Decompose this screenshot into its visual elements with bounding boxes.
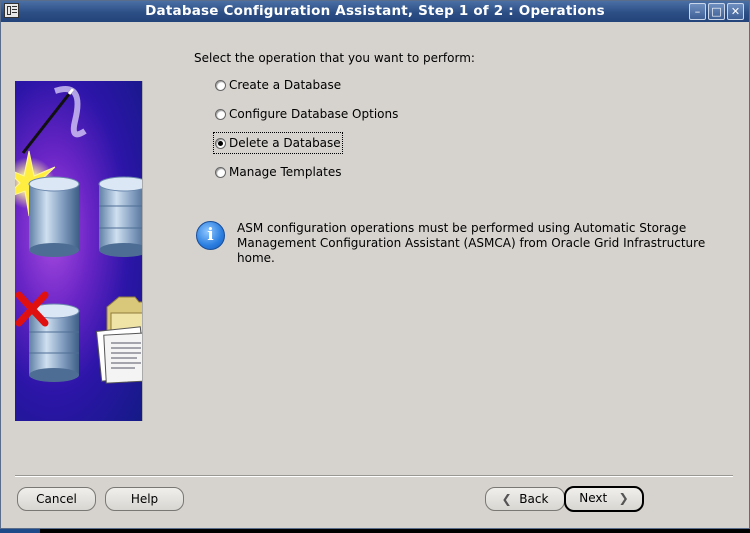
help-button[interactable]: Help — [105, 487, 184, 511]
info-message-line: ASM configuration operations must be per… — [237, 221, 687, 235]
radio-button-selected[interactable] — [215, 137, 226, 149]
radio-configure-database-options[interactable]: Configure Database Options — [215, 105, 398, 123]
info-icon: i — [196, 221, 225, 250]
button-separator — [15, 475, 733, 477]
back-button[interactable]: ❮ Back — [485, 487, 565, 511]
taskbar-window-button[interactable] — [0, 529, 40, 533]
operation-prompt: Select the operation that you want to pe… — [194, 51, 475, 65]
cancel-button[interactable]: Cancel — [17, 487, 96, 511]
radio-button[interactable] — [215, 166, 226, 178]
side-illustration — [15, 81, 143, 421]
next-button-label: Next — [579, 491, 608, 505]
radio-button[interactable] — [215, 79, 226, 91]
window-title: Database Configuration Assistant, Step 1… — [145, 3, 605, 19]
radio-button[interactable] — [215, 108, 226, 120]
back-button-label: Back — [519, 492, 549, 506]
info-message: ASM configuration operations must be per… — [237, 221, 737, 266]
minimize-icon[interactable]: – — [689, 3, 706, 20]
next-button[interactable]: Next ❯ — [564, 486, 644, 512]
close-icon[interactable]: ✕ — [727, 3, 744, 20]
chevron-right-icon: ❯ — [611, 491, 629, 505]
radio-create-database[interactable]: Create a Database — [215, 76, 341, 94]
radio-manage-templates[interactable]: Manage Templates — [215, 163, 342, 181]
radio-label: Configure Database Options — [229, 107, 399, 121]
chevron-left-icon: ❮ — [501, 492, 516, 506]
radio-label: Delete a Database — [229, 136, 341, 150]
maximize-icon[interactable]: □ — [708, 3, 725, 20]
title-bar[interactable]: Database Configuration Assistant, Step 1… — [1, 1, 749, 22]
radio-delete-database[interactable]: Delete a Database — [213, 132, 343, 154]
radio-label: Manage Templates — [229, 165, 342, 179]
database-operations-illustration — [15, 86, 142, 384]
dialog-content: Select the operation that you want to pe… — [1, 22, 749, 528]
taskbar — [0, 529, 750, 533]
dialog-window: Database Configuration Assistant, Step 1… — [0, 0, 750, 529]
radio-label: Create a Database — [229, 78, 342, 92]
info-message-line: Management Configuration Assistant (ASMC… — [237, 236, 706, 265]
